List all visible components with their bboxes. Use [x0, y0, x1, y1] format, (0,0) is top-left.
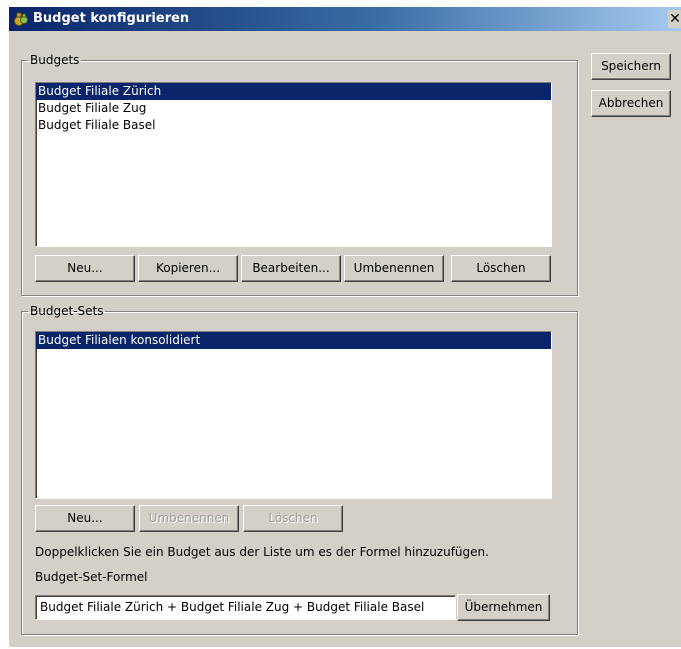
- formula-label: Budget-Set-Formel: [35, 570, 148, 584]
- list-item[interactable]: Budget Filiale Basel: [36, 117, 551, 134]
- formula-hint-text: Doppelklicken Sie ein Budget aus der Lis…: [35, 545, 489, 559]
- close-icon[interactable]: ✕: [668, 10, 681, 28]
- budget-set-delete-button[interactable]: Löschen: [243, 505, 343, 532]
- list-item[interactable]: Budget Filiale Zürich: [36, 83, 551, 100]
- budget-set-new-button[interactable]: Neu...: [35, 505, 135, 532]
- budget-new-button[interactable]: Neu...: [35, 255, 135, 282]
- money-bag-icon: [13, 11, 29, 27]
- budget-rename-button[interactable]: Umbenennen: [344, 255, 444, 282]
- budget-set-rename-button[interactable]: Umbenennen: [139, 505, 239, 532]
- list-item[interactable]: Budget Filiale Zug: [36, 100, 551, 117]
- apply-button[interactable]: Übernehmen: [457, 594, 550, 621]
- budget-edit-button[interactable]: Bearbeiten...: [241, 255, 341, 282]
- save-button[interactable]: Speichern: [591, 53, 671, 80]
- budget-sets-listbox[interactable]: Budget Filialen konsolidiert: [35, 331, 552, 499]
- list-item[interactable]: Budget Filialen konsolidiert: [36, 332, 551, 349]
- budget-sets-legend: Budget-Sets: [30, 304, 104, 318]
- budgets-legend: Budgets: [30, 53, 80, 67]
- formula-input[interactable]: Budget Filiale Zürich + Budget Filiale Z…: [35, 595, 456, 620]
- title-bar[interactable]: Budget konfigurieren ✕: [9, 7, 681, 31]
- budgets-listbox[interactable]: Budget Filiale Zürich Budget Filiale Zug…: [35, 82, 552, 247]
- dialog-window: Budget konfigurieren ✕ Speichern Abbrech…: [8, 7, 681, 647]
- budget-copy-button[interactable]: Kopieren...: [138, 255, 238, 282]
- window-title: Budget konfigurieren: [33, 11, 190, 26]
- budget-delete-button[interactable]: Löschen: [451, 255, 551, 282]
- cancel-button[interactable]: Abbrechen: [591, 90, 671, 117]
